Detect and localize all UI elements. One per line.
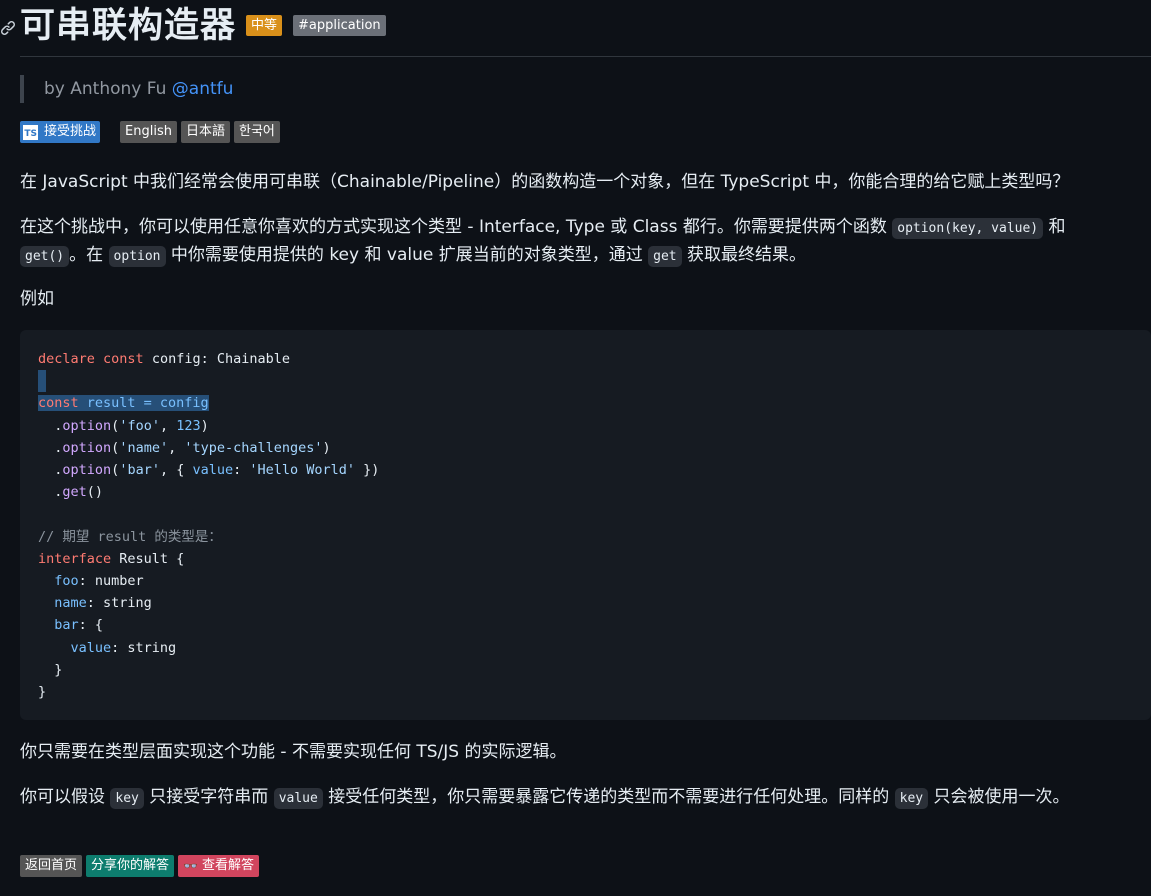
tag-badge[interactable]: #application xyxy=(293,14,386,36)
badge-row: TS 接受挑战 English 日本語 한국어 xyxy=(20,121,1151,143)
view-solutions-button[interactable]: 👓 查看解答 xyxy=(178,855,259,877)
code-token: 'type-challenges' xyxy=(184,439,323,456)
title-row: 可串联构造器 中等 #application xyxy=(1,0,1151,57)
code-token: : string xyxy=(111,639,177,656)
code-token: const xyxy=(38,395,79,412)
lang-japanese-badge[interactable]: 日本語 xyxy=(180,121,230,143)
code-token: 123 xyxy=(176,417,201,434)
inline-code: get xyxy=(648,246,682,267)
view-solutions-label: 查看解答 xyxy=(201,857,254,873)
author-quote: by Anthony Fu @antfu xyxy=(20,75,1151,103)
text: 和 xyxy=(1043,217,1066,237)
readme-content: 可串联构造器 中等 #application by Anthony Fu @an… xyxy=(1,0,1151,877)
inline-code: key xyxy=(894,788,929,809)
author-name: by Anthony Fu xyxy=(44,79,167,99)
text: 只接受字符串而 xyxy=(143,787,274,807)
inline-code: option(key, value) xyxy=(892,218,1044,239)
code-token: name xyxy=(54,595,87,612)
code-token: 'bar' xyxy=(119,462,160,479)
back-home-button[interactable]: 返回首页 xyxy=(20,855,83,877)
code-token: : number xyxy=(78,573,144,590)
code-token: 'Hello World' xyxy=(249,462,356,479)
code-token: const xyxy=(103,351,144,367)
code-token: value xyxy=(192,462,234,479)
code-token: foo xyxy=(54,573,79,590)
code-token: get xyxy=(62,484,87,501)
text: 只会被使用一次。 xyxy=(928,787,1070,807)
take-challenge-button[interactable]: TS 接受挑战 xyxy=(20,121,101,143)
text: 在这个挑战中，你可以使用任意你喜欢的方式实现这个类型 - Interface, … xyxy=(20,217,893,237)
text: 。在 xyxy=(69,245,109,265)
task-paragraph: 在这个挑战中，你可以使用任意你喜欢的方式实现这个类型 - Interface, … xyxy=(20,214,1130,270)
code-token: option xyxy=(62,439,112,456)
code-token: config: Chainable xyxy=(143,351,290,367)
inline-code: key xyxy=(110,788,144,809)
footer-actions: 返回首页 分享你的解答 👓 查看解答 xyxy=(20,855,263,877)
note-paragraph: 你只需要在类型层面实现这个功能 - 不需要实现任何 TS/JS 的实际逻辑。 xyxy=(20,742,567,762)
inline-code: value xyxy=(273,788,323,809)
share-solution-button[interactable]: 分享你的解答 xyxy=(86,855,175,877)
code-token: 'name' xyxy=(119,439,169,456)
code-token: declare xyxy=(38,351,95,367)
code-token: option xyxy=(62,417,112,434)
code-token: 'foo' xyxy=(119,417,160,434)
text: 中你需要使用提供的 key 和 value 扩展当前的对象类型，通过 xyxy=(165,245,649,265)
text-selection xyxy=(38,370,46,393)
page-title: 可串联构造器 xyxy=(20,5,237,46)
typescript-logo-icon: TS xyxy=(23,124,38,140)
code-token: Result { xyxy=(111,550,185,567)
link-icon[interactable] xyxy=(0,18,16,35)
lang-english-badge[interactable]: English xyxy=(120,121,177,143)
code-token: : string xyxy=(86,595,152,612)
author-handle-link[interactable]: @antfu xyxy=(172,79,234,99)
assumption-paragraph: 你可以假设 key 只接受字符串而 value 接受任何类型，你只需要暴露它传递… xyxy=(20,784,1070,810)
lang-korean-badge[interactable]: 한국어 xyxy=(233,121,280,143)
glasses-icon: 👓 xyxy=(183,858,198,873)
code-token: : { xyxy=(78,617,104,634)
inline-code: option xyxy=(108,246,166,267)
example-label: 例如 xyxy=(20,289,54,309)
intro-paragraph: 在 JavaScript 中我们经常会使用可串联（Chainable/Pipel… xyxy=(20,172,1070,192)
code-token: result = config xyxy=(78,395,209,412)
code-comment: // 期望 result 的类型是： xyxy=(38,528,222,545)
inline-code: get() xyxy=(20,246,70,267)
text: 你可以假设 xyxy=(20,787,111,807)
code-token: value xyxy=(70,639,112,656)
text: 接受任何类型，你只需要暴露它传递的类型而不需要进行任何处理。同样的 xyxy=(322,787,895,807)
difficulty-badge[interactable]: 中等 xyxy=(246,14,283,36)
code-block[interactable]: declare const config: Chainable const re… xyxy=(20,330,1151,720)
code-token: bar xyxy=(54,617,79,634)
text: 获取最终结果。 xyxy=(681,245,807,265)
code-token: interface xyxy=(38,550,112,567)
code-token: option xyxy=(62,462,112,479)
take-challenge-label: 接受挑战 xyxy=(44,123,97,139)
